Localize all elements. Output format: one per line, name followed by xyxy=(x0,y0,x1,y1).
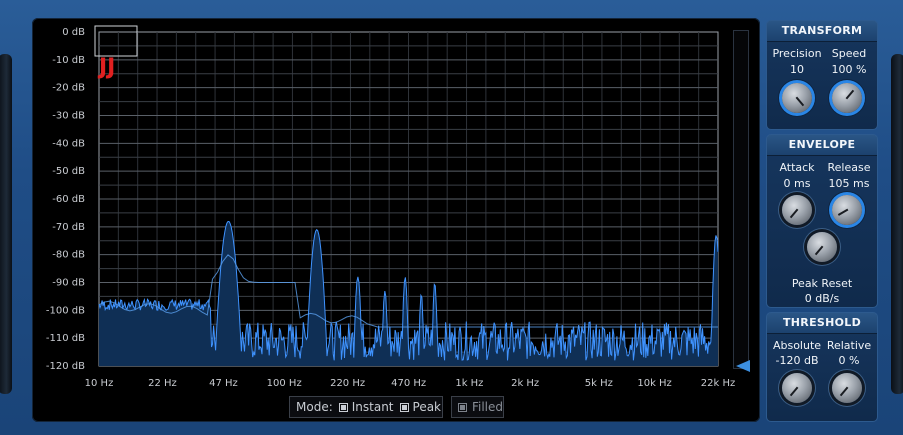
precision-knob[interactable] xyxy=(782,83,812,113)
instant-label: Instant xyxy=(351,400,394,414)
right-rail xyxy=(891,54,903,394)
precision-label: Precision xyxy=(772,47,822,60)
db-tick-label: -80 dB xyxy=(52,250,85,261)
freq-tick-label: 47 Hz xyxy=(209,378,238,389)
freq-tick-label: 2k Hz xyxy=(511,378,539,389)
freq-tick-label: 100 Hz xyxy=(267,378,302,389)
filled-toggle[interactable]: Filled xyxy=(451,396,504,418)
transform-panel: TRANSFORM Precision Speed 10 100 % xyxy=(766,20,878,130)
db-tick-label: -50 dB xyxy=(52,166,85,177)
envelope-title: ENVELOPE xyxy=(767,135,877,156)
absolute-value: -120 dB xyxy=(775,354,819,367)
filled-label: Filled xyxy=(471,400,503,414)
db-tick-label: -20 dB xyxy=(52,83,85,94)
release-value: 105 ms xyxy=(828,177,870,190)
threshold-title: THRESHOLD xyxy=(767,313,877,334)
mode-instant-toggle[interactable]: Instant xyxy=(338,400,394,414)
db-tick-label: -30 dB xyxy=(52,111,85,122)
db-tick-label: -40 dB xyxy=(52,138,85,149)
db-tick-label: 0 dB xyxy=(62,27,85,38)
freq-tick-label: 1k Hz xyxy=(455,378,483,389)
absolute-knob[interactable] xyxy=(782,373,812,403)
attack-knob[interactable] xyxy=(782,195,812,225)
db-tick-label: -100 dB xyxy=(46,305,85,316)
relative-knob[interactable] xyxy=(832,373,862,403)
relative-label: Relative xyxy=(826,339,872,352)
peak-label: Peak xyxy=(412,400,442,414)
mode-peak-toggle[interactable]: Peak xyxy=(399,400,442,414)
db-tick-label: -10 dB xyxy=(52,55,85,66)
speed-knob[interactable] xyxy=(832,83,862,113)
db-tick-label: -110 dB xyxy=(46,333,85,344)
peak-reset-knob[interactable] xyxy=(807,232,837,262)
logo: JJ xyxy=(97,55,115,80)
speed-value: 100 % xyxy=(831,63,867,76)
mode-bar: Mode: Instant Peak xyxy=(289,396,443,418)
precision-value: 10 xyxy=(790,63,804,76)
transform-title: TRANSFORM xyxy=(767,21,877,42)
freq-tick-label: 470 Hz xyxy=(391,378,426,389)
freq-tick-label: 10k Hz xyxy=(637,378,671,389)
freq-tick-label: 220 Hz xyxy=(330,378,365,389)
spectrum-display: 0 dB -10 dB -20 dB -30 dB -40 dB -50 dB -60 dB… xyxy=(32,18,760,422)
freq-tick-label: 22k Hz xyxy=(701,378,735,389)
level-meter xyxy=(733,30,749,369)
db-tick-label: -120 dB xyxy=(46,361,85,372)
level-threshold-arrow[interactable] xyxy=(736,360,750,372)
absolute-label: Absolute xyxy=(772,339,822,352)
attack-label: Attack xyxy=(779,161,815,174)
relative-value: 0 % xyxy=(838,354,860,367)
peak-reset-value: 0 dB/s xyxy=(804,292,840,305)
freq-tick-label: 22 Hz xyxy=(148,378,177,389)
speed-label: Speed xyxy=(831,47,867,60)
release-label: Release xyxy=(827,161,871,174)
release-knob[interactable] xyxy=(832,195,862,225)
spectrum-graph: 0 dB -10 dB -20 dB -30 dB -40 dB -50 dB -60 dB… xyxy=(46,25,735,389)
filled-checkbox[interactable] xyxy=(458,402,467,412)
freq-tick-label: 5k Hz xyxy=(585,378,613,389)
mode-label: Mode: xyxy=(296,400,333,414)
threshold-panel: THRESHOLD Absolute Relative -120 dB 0 % xyxy=(766,312,878,422)
peak-reset-label: Peak Reset xyxy=(791,277,853,290)
db-tick-label: -90 dB xyxy=(52,278,85,289)
db-tick-label: -70 dB xyxy=(52,222,85,233)
db-tick-label: -60 dB xyxy=(52,194,85,205)
freq-tick-label: 10 Hz xyxy=(85,378,114,389)
attack-value: 0 ms xyxy=(783,177,811,190)
instant-checkbox[interactable] xyxy=(338,402,348,412)
peak-checkbox[interactable] xyxy=(399,402,409,412)
left-rail xyxy=(0,54,12,394)
envelope-panel: ENVELOPE Attack Release 0 ms 105 ms Peak… xyxy=(766,134,878,308)
